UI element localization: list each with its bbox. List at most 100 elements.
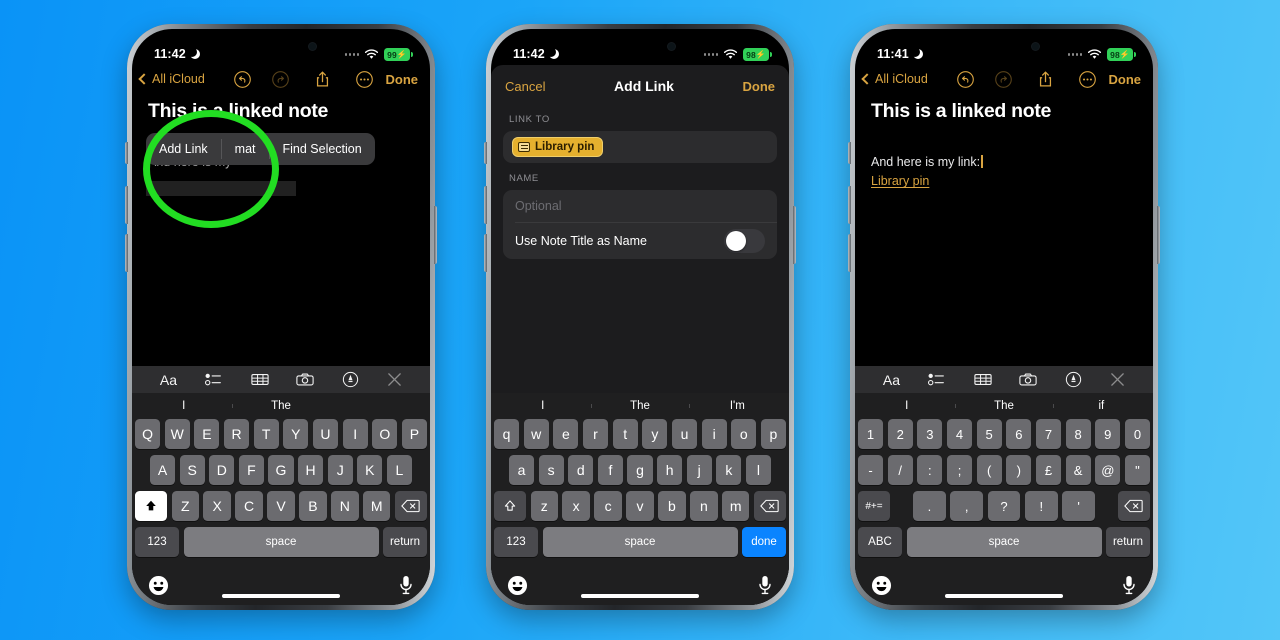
done-key[interactable]: done (742, 527, 786, 557)
context-menu-item-find-selection[interactable]: Find Selection (270, 133, 375, 165)
context-menu-item-add-link[interactable]: Add Link (146, 133, 221, 165)
key-f[interactable]: F (238, 455, 264, 485)
text-format-icon[interactable]: Aa (883, 372, 900, 388)
share-icon[interactable] (312, 68, 334, 90)
key-n[interactable]: n (690, 491, 718, 521)
more-ellipsis-icon[interactable] (1077, 68, 1099, 90)
key-c[interactable]: C (235, 491, 263, 521)
key-z[interactable]: Z (171, 491, 199, 521)
markup-pen-icon[interactable] (1065, 371, 1082, 388)
name-input[interactable]: Optional (515, 199, 562, 213)
volume-down-button[interactable] (125, 234, 128, 272)
key-comma[interactable]: , (950, 491, 984, 521)
key-k[interactable]: k (716, 455, 742, 485)
key-period[interactable]: . (913, 491, 946, 521)
key-apostrophe[interactable]: ' (1062, 491, 1095, 521)
key-a[interactable]: a (509, 455, 535, 485)
key-exclamation[interactable]: ! (1024, 491, 1058, 521)
microphone-icon[interactable] (399, 575, 414, 596)
return-key[interactable]: return (383, 527, 427, 557)
back-button[interactable]: All iCloud (861, 72, 928, 86)
key-ampersand[interactable]: & (1065, 455, 1091, 485)
key-hyphen[interactable]: - (857, 455, 884, 485)
key-k[interactable]: K (357, 455, 383, 485)
table-icon[interactable] (974, 372, 992, 387)
backspace-key[interactable] (394, 491, 427, 521)
key-l[interactable]: l (745, 455, 771, 485)
note-link-library-pin[interactable]: Library pin (871, 174, 1137, 188)
key-o[interactable]: O (372, 419, 398, 449)
volume-up-button[interactable] (484, 186, 487, 224)
key-i[interactable]: i (701, 419, 727, 449)
numbers-key[interactable]: 123 (135, 527, 179, 557)
key-a[interactable]: A (150, 455, 176, 485)
text-format-icon[interactable]: Aa (160, 372, 177, 388)
microphone-icon[interactable] (1122, 575, 1137, 596)
key-e[interactable]: E (194, 419, 220, 449)
key-d[interactable]: d (568, 455, 594, 485)
table-icon[interactable] (251, 372, 269, 387)
key-paren-close[interactable]: ) (1006, 455, 1032, 485)
key-r[interactable]: r (582, 419, 609, 449)
microphone-icon[interactable] (758, 575, 773, 596)
key-v[interactable]: v (626, 491, 654, 521)
suggestion-3[interactable]: I'm (688, 400, 786, 412)
key-8[interactable]: 8 (1065, 419, 1091, 449)
more-ellipsis-icon[interactable] (354, 68, 376, 90)
camera-icon[interactable] (296, 372, 315, 387)
close-icon[interactable] (1110, 372, 1125, 387)
key-q[interactable]: Q (134, 419, 161, 449)
name-field-row[interactable]: Optional (503, 190, 777, 222)
suggestion-1[interactable]: I (858, 400, 955, 412)
key-3[interactable]: 3 (917, 419, 943, 449)
key-g[interactable]: G (268, 455, 294, 485)
mute-switch[interactable] (125, 142, 128, 164)
mute-switch[interactable] (848, 142, 851, 164)
use-note-title-toggle[interactable] (724, 229, 765, 253)
power-button[interactable] (1157, 206, 1160, 264)
key-y[interactable]: Y (283, 419, 309, 449)
volume-down-button[interactable] (484, 234, 487, 272)
power-button[interactable] (434, 206, 437, 264)
close-icon[interactable] (387, 372, 402, 387)
key-e[interactable]: e (553, 419, 579, 449)
key-m[interactable]: m (722, 491, 750, 521)
key-semicolon[interactable]: ; (946, 455, 973, 485)
key-h[interactable]: H (298, 455, 324, 485)
key-o[interactable]: o (731, 419, 757, 449)
key-question[interactable]: ? (987, 491, 1021, 521)
key-j[interactable]: j (686, 455, 712, 485)
key-t[interactable]: T (253, 419, 279, 449)
suggestion-2[interactable]: The (232, 400, 329, 412)
key-i[interactable]: I (342, 419, 368, 449)
undo-icon[interactable] (955, 68, 977, 90)
key-9[interactable]: 9 (1095, 419, 1121, 449)
shift-key[interactable] (494, 491, 527, 521)
key-slash[interactable]: / (887, 455, 913, 485)
done-button[interactable]: Done (386, 72, 419, 87)
key-p[interactable]: P (401, 419, 428, 449)
context-menu-item-format[interactable]: mat (222, 133, 269, 165)
key-w[interactable]: w (523, 419, 549, 449)
numbers-key[interactable]: 123 (494, 527, 538, 557)
key-j[interactable]: J (327, 455, 353, 485)
suggestion-2[interactable]: The (591, 400, 688, 412)
done-button[interactable]: Done (1109, 72, 1142, 87)
emoji-icon[interactable] (148, 575, 169, 596)
cancel-button[interactable]: Cancel (505, 79, 545, 94)
symbols-key[interactable]: #+= (858, 491, 890, 521)
space-key[interactable]: space (183, 527, 379, 557)
space-key[interactable]: space (906, 527, 1102, 557)
key-l[interactable]: L (386, 455, 412, 485)
key-f[interactable]: f (597, 455, 623, 485)
key-u[interactable]: u (671, 419, 698, 449)
back-button[interactable]: All iCloud (138, 72, 205, 86)
key-x[interactable]: x (562, 491, 590, 521)
redo-icon[interactable] (993, 68, 1015, 90)
key-4[interactable]: 4 (946, 419, 973, 449)
key-v[interactable]: V (267, 491, 295, 521)
key-x[interactable]: X (203, 491, 231, 521)
key-s[interactable]: S (179, 455, 205, 485)
key-m[interactable]: M (363, 491, 391, 521)
key-paren-open[interactable]: ( (976, 455, 1002, 485)
